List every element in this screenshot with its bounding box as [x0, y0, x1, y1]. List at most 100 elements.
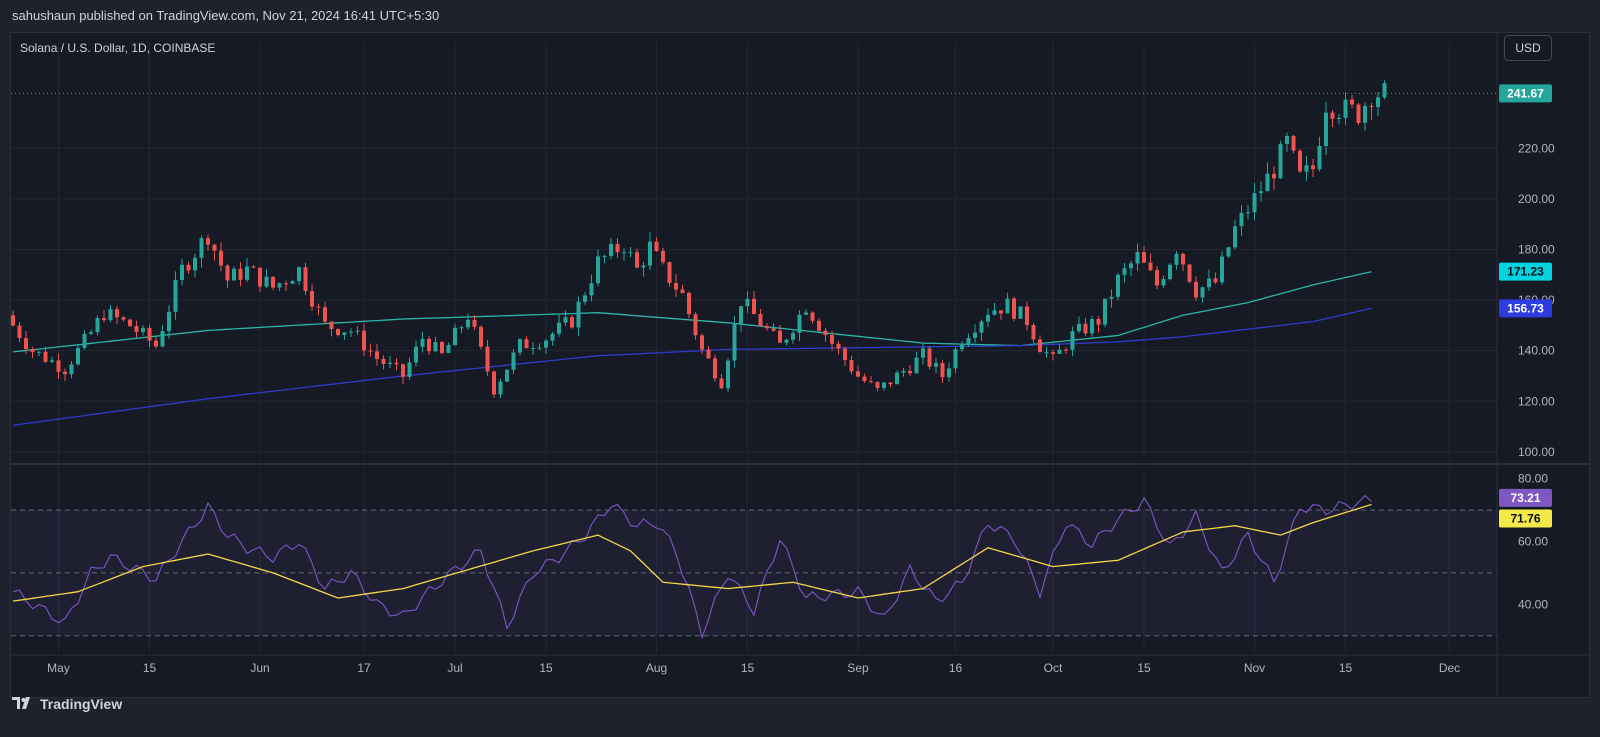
candle-body — [414, 346, 418, 363]
candle-body — [1311, 165, 1315, 170]
candle-body — [531, 347, 535, 349]
candle-body — [628, 252, 633, 254]
candle-body — [82, 333, 87, 348]
candle-body — [641, 265, 646, 268]
candle-body — [147, 327, 152, 341]
candle-body — [758, 314, 763, 327]
candle-body — [648, 241, 652, 266]
candle-body — [1142, 252, 1146, 263]
candle-body — [1252, 193, 1257, 213]
candle-body — [1194, 281, 1198, 298]
candle-body — [739, 306, 743, 325]
candle-body — [875, 382, 880, 388]
candle-body — [609, 243, 613, 256]
candle-body — [381, 358, 386, 364]
candle-body — [1096, 319, 1101, 325]
candle-body — [251, 266, 256, 268]
candle-body — [921, 348, 925, 358]
rsi-tag: 73.21 — [1510, 491, 1540, 505]
tradingview-logo-icon — [12, 697, 30, 709]
candle-body — [563, 317, 568, 323]
candle-body — [446, 345, 451, 353]
candle-body — [973, 332, 977, 338]
candle-body — [453, 327, 457, 346]
candle-body — [1109, 296, 1114, 299]
candle-body — [927, 348, 932, 367]
candle-body — [524, 339, 529, 349]
candle-body — [271, 276, 275, 288]
candle-body — [719, 378, 724, 389]
candle-body — [1356, 104, 1361, 123]
candle-body — [1051, 352, 1055, 354]
candle-body — [843, 348, 847, 361]
candle-body — [615, 243, 620, 253]
candle-body — [193, 257, 197, 271]
candle-body — [1116, 274, 1120, 297]
candle-body — [284, 283, 288, 285]
candle-body — [37, 351, 41, 353]
candle-body — [674, 283, 678, 290]
candle-body — [687, 292, 691, 315]
candle-body — [817, 320, 821, 331]
moving-average-fast-line — [12, 271, 1372, 353]
candle-body — [180, 264, 184, 280]
price-tick-label: 140.00 — [1518, 344, 1555, 358]
candle-body — [1298, 150, 1302, 172]
candle-body — [115, 309, 119, 318]
candle-body — [459, 327, 464, 329]
candle-body — [999, 310, 1003, 314]
candle-body — [342, 332, 347, 335]
candle-body — [752, 298, 756, 315]
candle-body — [479, 326, 483, 347]
candle-body — [362, 330, 366, 351]
rsi-band — [11, 509, 1497, 637]
candle-body — [791, 332, 795, 340]
candle-body — [1044, 352, 1049, 354]
rsi-tick-label: 40.00 — [1518, 597, 1548, 611]
time-tick-label: Nov — [1244, 661, 1265, 675]
candle-body — [1005, 298, 1010, 314]
candle-body — [947, 368, 951, 378]
candle-body — [1018, 306, 1023, 319]
candle-body — [979, 321, 984, 333]
candle-body — [1155, 270, 1159, 286]
candle-body — [706, 349, 711, 359]
candle-body — [856, 371, 860, 377]
currency-button[interactable]: USD — [1504, 35, 1552, 61]
candle-body — [245, 266, 249, 280]
candle-body — [1031, 325, 1036, 340]
candle-body — [836, 343, 841, 349]
time-tick-label: Jul — [447, 661, 462, 675]
candle-body — [303, 267, 308, 292]
candle-body — [199, 238, 204, 258]
price-tick-label: 120.00 — [1518, 394, 1555, 408]
candle-body — [953, 349, 958, 369]
candle-body — [667, 262, 672, 284]
candle-body — [895, 372, 899, 385]
time-tick-label: May — [47, 661, 70, 675]
candle-body — [960, 344, 964, 350]
candle-body — [934, 363, 938, 367]
candle-body — [290, 281, 295, 284]
candle-body — [745, 298, 750, 307]
price-tick-label: 200.00 — [1518, 192, 1555, 206]
candle-body — [1324, 112, 1328, 146]
rsi-tick-label: 80.00 — [1518, 472, 1548, 486]
chart-canvas[interactable]: 100.00120.00140.00160.00180.00200.00220.… — [0, 0, 1600, 737]
moving-averages — [12, 271, 1372, 426]
time-tick-label: 16 — [949, 661, 963, 675]
candle-body — [1057, 349, 1062, 354]
candle-body — [30, 349, 35, 353]
last-price-tag: 241.67 — [1507, 86, 1544, 100]
candle-body — [940, 363, 945, 378]
candle-body — [823, 330, 828, 336]
candle-body — [134, 326, 139, 332]
candle-body — [17, 325, 22, 339]
candle-body — [1168, 264, 1172, 280]
candle-body — [635, 252, 639, 268]
candle-body — [693, 314, 698, 336]
candle-body — [765, 326, 769, 329]
candle-body — [1064, 349, 1068, 351]
tradingview-logo[interactable]: TradingView — [12, 696, 122, 712]
candle-body — [1278, 143, 1283, 179]
